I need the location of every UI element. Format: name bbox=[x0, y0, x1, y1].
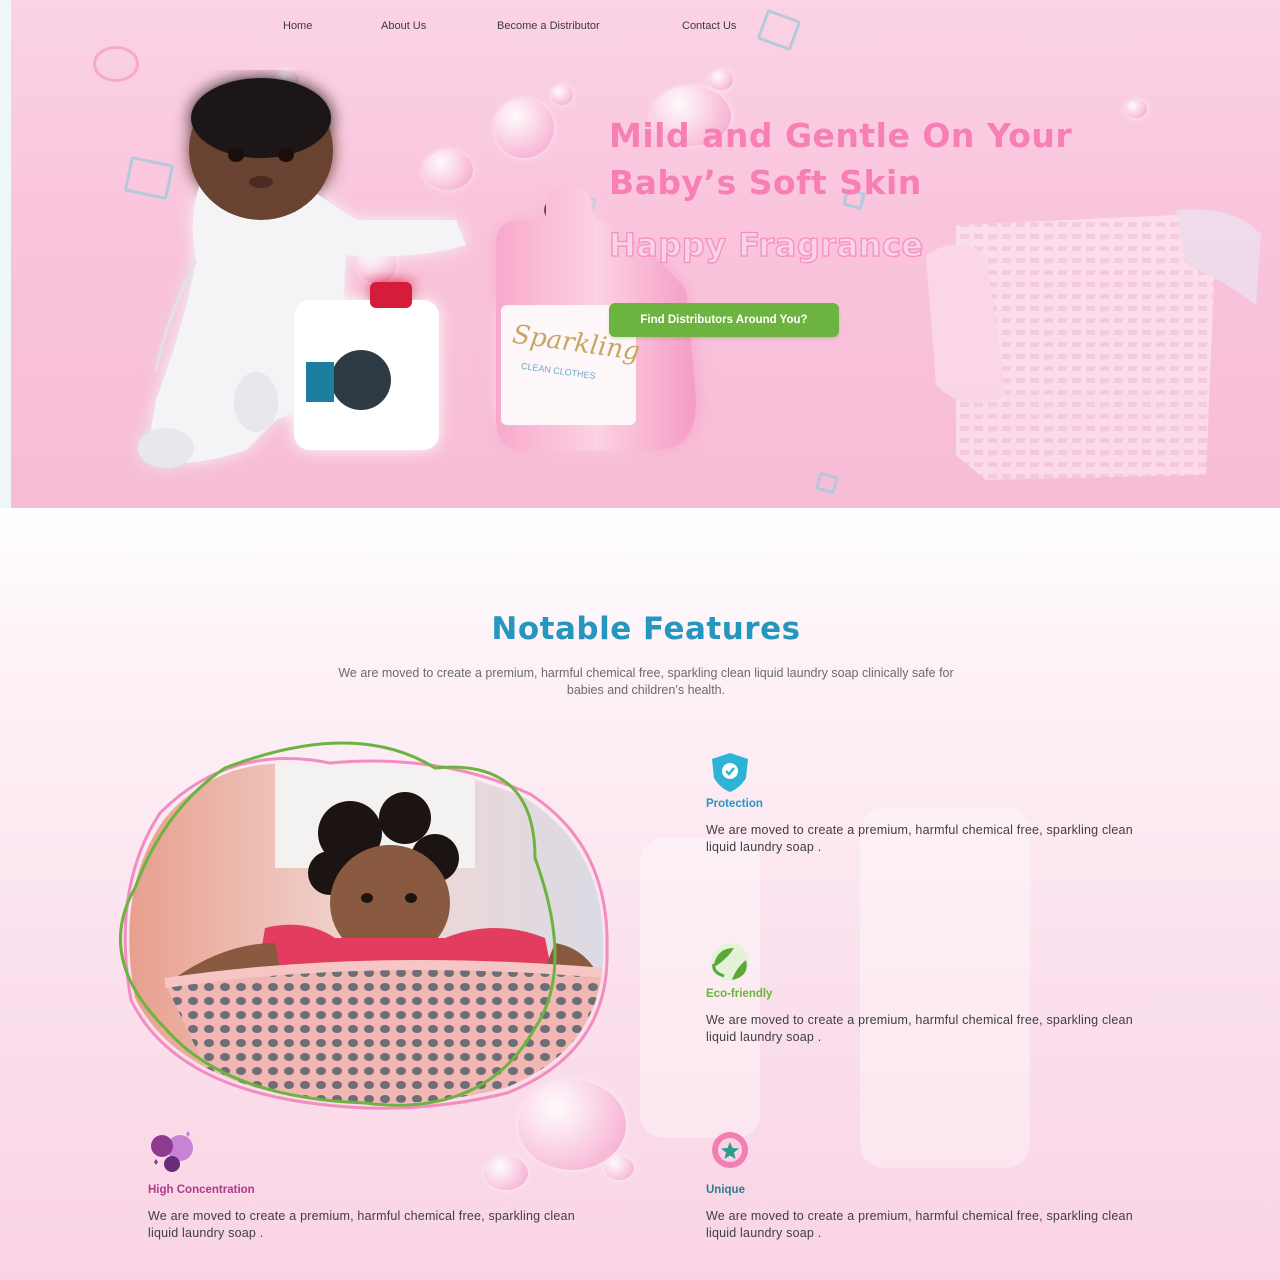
hero-title-line2: Baby’s Soft Skin bbox=[609, 163, 922, 202]
feature-high-concentration-text: We are moved to create a premium, harmfu… bbox=[148, 1209, 575, 1240]
feature-high-concentration-label: High Concentration bbox=[148, 1184, 255, 1196]
page-left-edge bbox=[0, 0, 11, 508]
shield-check-icon bbox=[712, 753, 748, 792]
nav-about-us[interactable]: About Us bbox=[381, 20, 426, 32]
decor-square bbox=[815, 471, 839, 495]
features-title: Notable Features bbox=[491, 611, 801, 647]
star-badge-icon bbox=[712, 1132, 748, 1168]
hero-subtitle: Happy Fragrance bbox=[608, 225, 924, 264]
feature-eco-friendly-text: We are moved to create a premium, harmfu… bbox=[706, 1013, 1133, 1044]
feature-unique-text: We are moved to create a premium, harmfu… bbox=[706, 1209, 1133, 1240]
baby-in-basket-image bbox=[119, 741, 609, 1110]
nav-contact-us[interactable]: Contact Us bbox=[682, 20, 736, 32]
features-description: We are moved to create a premium, harmfu… bbox=[338, 666, 954, 697]
feature-unique-label: Unique bbox=[706, 1184, 745, 1196]
main-nav: Home About Us Become a Distributor Conta… bbox=[11, 20, 1280, 38]
decor-bubble bbox=[604, 1156, 634, 1180]
feature-eco-friendly: Eco-friendly We are moved to create a pr… bbox=[706, 940, 1146, 1050]
feature-high-concentration: High Concentration We are moved to creat… bbox=[148, 1130, 588, 1240]
find-distributors-button[interactable]: Find Distributors Around You? bbox=[609, 303, 839, 337]
bubbles-icon bbox=[151, 1131, 193, 1172]
feature-protection-text: We are moved to create a premium, harmfu… bbox=[706, 823, 1133, 854]
hero-section: Home About Us Become a Distributor Conta… bbox=[11, 0, 1280, 508]
features-section: Notable Features We are moved to create … bbox=[0, 508, 1280, 1280]
feature-protection-label: Protection bbox=[706, 798, 763, 810]
hero-title-line1: Mild and Gentle On Your bbox=[609, 116, 1073, 155]
nav-become-distributor[interactable]: Become a Distributor bbox=[497, 20, 600, 32]
laundry-basket-image bbox=[926, 209, 1261, 480]
nav-home[interactable]: Home bbox=[283, 20, 312, 32]
hero-title: Mild and Gentle On Your Baby’s Soft Skin bbox=[609, 112, 1209, 206]
feature-unique: Unique We are moved to create a premium,… bbox=[706, 1130, 1146, 1240]
feature-protection: Protection We are moved to create a prem… bbox=[706, 750, 1146, 860]
feature-eco-friendly-label: Eco-friendly bbox=[706, 988, 773, 1000]
recycle-leaf-icon bbox=[711, 943, 749, 981]
